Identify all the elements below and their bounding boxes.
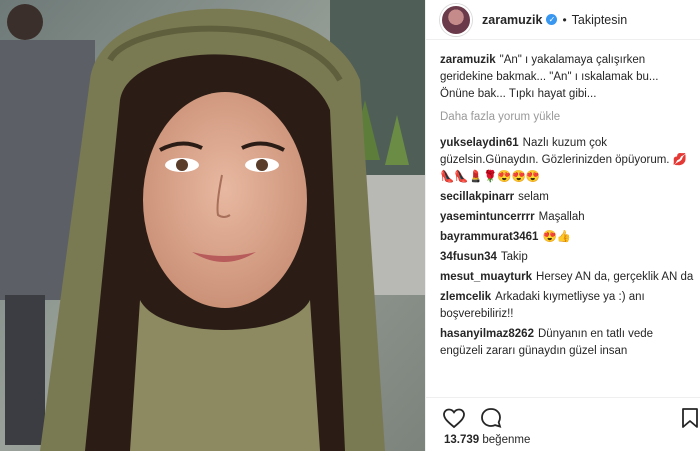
comment-username[interactable]: bayrammurat3461 [440, 231, 538, 243]
comment-text: Takip [500, 251, 528, 263]
comment-username[interactable]: yasemintuncerrrr [440, 211, 535, 223]
header-username[interactable]: zaramuzik [482, 13, 542, 27]
comment-username[interactable]: hasanyilmaz8262 [440, 328, 534, 340]
post-side-panel: zaramuzik ✓ • Takiptesin zaramuzik "An" ı… [425, 0, 700, 451]
caption-username[interactable]: zaramuzik [440, 54, 496, 66]
comment-username[interactable]: zlemcelik [440, 291, 491, 303]
likes-number: 13.739 [444, 434, 480, 446]
separator-dot: • [562, 12, 567, 27]
comment-username[interactable]: yukselaydin61 [440, 137, 519, 149]
post-header: zaramuzik ✓ • Takiptesin [426, 0, 700, 40]
comment-username[interactable]: secillakpinarr [440, 191, 514, 203]
post-photo[interactable] [0, 0, 425, 451]
comment-item: bayrammurat3461 😍👍 [440, 229, 695, 246]
comment-text: 😍👍 [542, 231, 572, 243]
comment-text: Maşallah [538, 211, 585, 223]
likes-count[interactable]: 13.739 beğenme [444, 434, 530, 446]
comment-text: selam [518, 191, 549, 203]
post-actions: 13.739 beğenme [426, 397, 700, 452]
avatar[interactable] [440, 3, 472, 36]
comment-text: Hersey AN da, gerçeklik AN da [536, 271, 694, 283]
comment-username[interactable]: 34fusun34 [440, 251, 497, 263]
comment-item: mesut_muayturk Hersey AN da, gerçeklik AN… [440, 269, 695, 286]
comment-item: yasemintuncerrrr Maşallah [440, 209, 695, 226]
comment-item: zlemcelik Arkadaki kıymetliyse ya :) anı … [440, 289, 695, 323]
comments-list: zaramuzik "An" ı yakalamaya çalışırken ge… [440, 52, 695, 397]
bookmark-icon[interactable] [678, 406, 700, 430]
comment-item: 34fusun34 Takip [440, 249, 695, 266]
verified-badge-icon: ✓ [546, 14, 558, 25]
heart-icon[interactable] [442, 406, 466, 430]
caption: zaramuzik "An" ı yakalamaya çalışırken ge… [440, 52, 695, 103]
comment-item: hasanyilmaz8262 Dünyanın en tatlı vede en… [440, 326, 695, 360]
selfie-image [0, 0, 425, 451]
comment-username[interactable]: mesut_muayturk [440, 271, 532, 283]
comment-icon[interactable] [479, 406, 503, 430]
load-more-comments-link[interactable]: Daha fazla yorum yükle [440, 109, 695, 126]
comment-item: yukselaydin61 Nazlı kuzum çok güzelsin.Gü… [440, 135, 695, 186]
follow-status-button[interactable]: Takiptesin [572, 13, 628, 27]
comment-item: secillakpinarr selam [440, 189, 695, 206]
likes-label: beğenme [482, 434, 531, 446]
